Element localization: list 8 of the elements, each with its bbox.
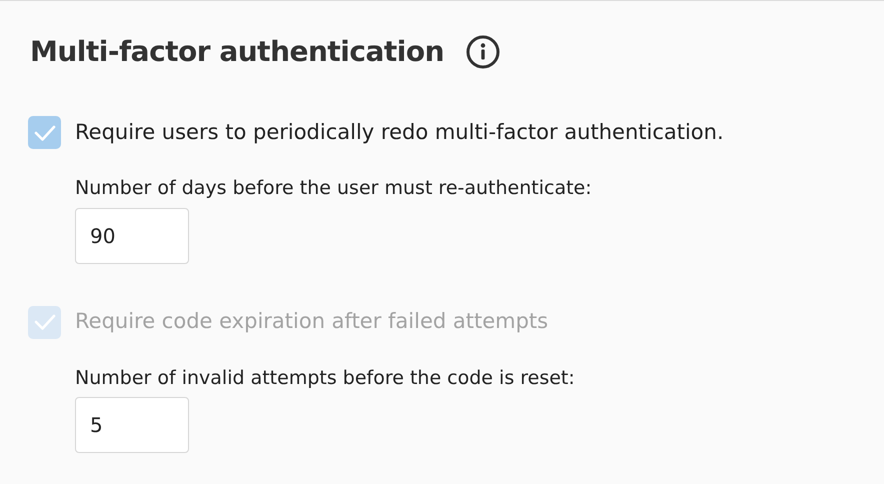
field-label: Number of days before the user must re-authenticate: bbox=[75, 176, 593, 201]
info-icon[interactable] bbox=[466, 35, 500, 69]
field-label: Number of invalid attempts before the code is reset: bbox=[75, 366, 576, 390]
checkbox-label: Require users to periodically redo multi-factor authentication. bbox=[75, 118, 724, 146]
input-field[interactable]: 90 bbox=[75, 208, 189, 264]
checkbox[interactable] bbox=[28, 116, 61, 149]
section-title: Multi-factor authentication bbox=[30, 34, 444, 70]
checkbox-label: Require code expiration after failed attempts bbox=[75, 308, 548, 336]
